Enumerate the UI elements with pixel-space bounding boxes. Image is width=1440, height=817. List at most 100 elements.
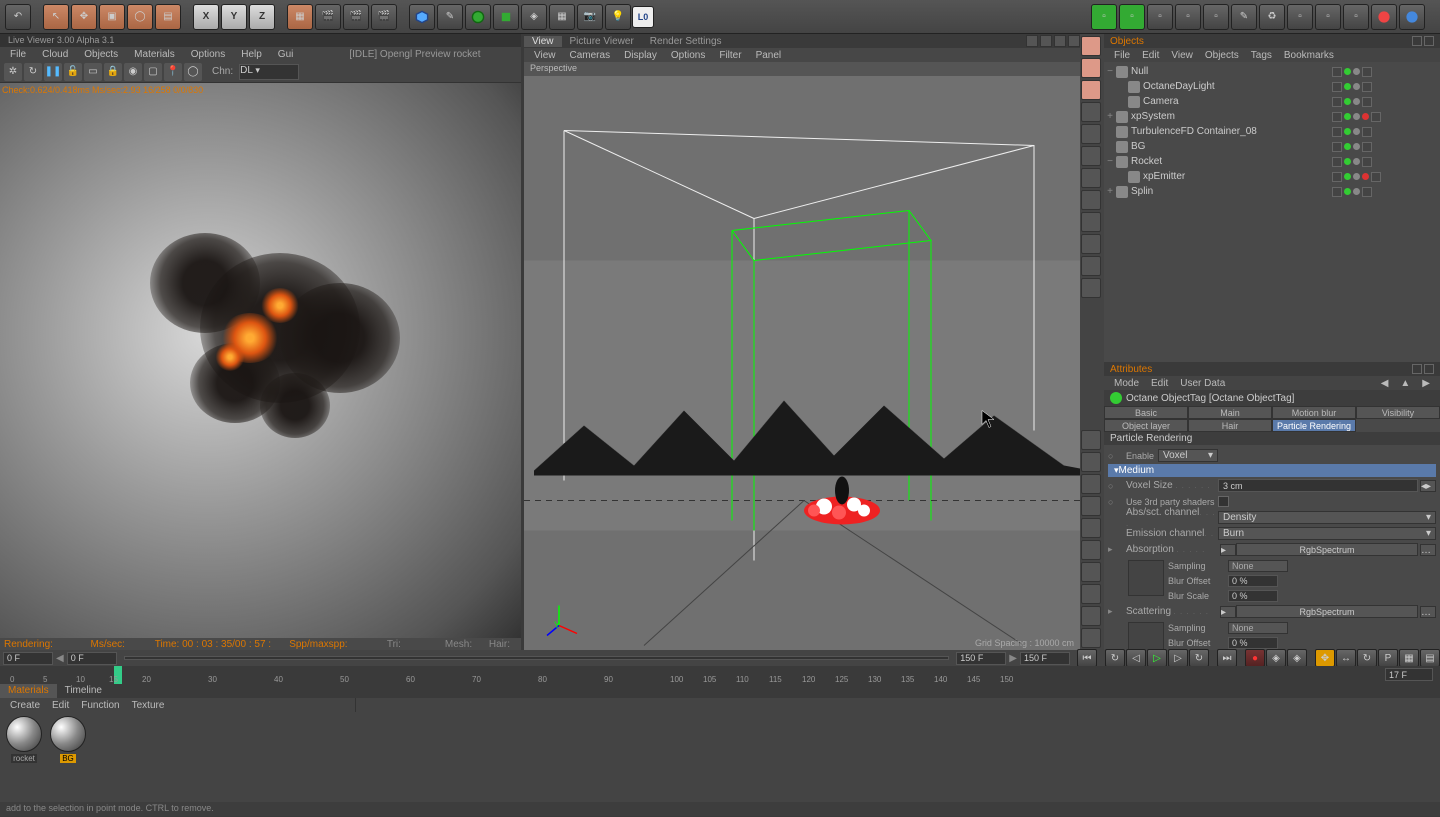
prev-key-button[interactable]: ↻ — [1105, 649, 1125, 667]
objects-tree[interactable]: −NullOctaneDayLightCamera+xpSystemTurbul… — [1104, 62, 1440, 362]
abs-blur-offset[interactable]: 0 % — [1228, 575, 1278, 587]
menu-gui[interactable]: Gui — [278, 49, 294, 60]
scattering-spectrum[interactable]: RgbSpectrum — [1236, 605, 1418, 618]
tree-tags-daylight[interactable] — [1330, 79, 1440, 94]
key-scale-button[interactable]: ↔ — [1336, 649, 1356, 667]
rtool-11[interactable] — [1081, 256, 1101, 276]
rtool-1[interactable] — [1081, 36, 1101, 56]
vp-nav-3[interactable] — [1054, 35, 1066, 47]
select-tool[interactable]: ↖ — [43, 4, 69, 30]
render-region[interactable]: 🎬 — [343, 4, 369, 30]
obj-menu-objects[interactable]: Objects — [1205, 50, 1239, 61]
attr-lock-icon[interactable] — [1412, 364, 1422, 374]
plugin-2[interactable]: ▫ — [1119, 4, 1145, 30]
obj-menu-view[interactable]: View — [1171, 50, 1193, 61]
material-rocket[interactable]: rocket — [4, 716, 44, 798]
play-button[interactable]: ▷ — [1147, 649, 1167, 667]
obj-menu-edit[interactable]: Edit — [1142, 50, 1159, 61]
tree-tags-tfd[interactable] — [1330, 124, 1440, 139]
timeline-ruler[interactable]: 17 F 05101520304050607080901001051101151… — [0, 666, 1440, 684]
materials-list[interactable]: rocketBG — [0, 712, 1440, 802]
tree-item-bg[interactable]: BG — [1104, 139, 1330, 154]
plugin-11[interactable] — [1371, 4, 1397, 30]
light-icon[interactable]: 💡 — [605, 4, 631, 30]
channel-select[interactable]: DL ▾ — [239, 64, 299, 80]
rtool-b4[interactable] — [1081, 496, 1101, 516]
vp-menu-options[interactable]: Options — [671, 50, 705, 61]
goto-start-button[interactable]: ⏮ — [1077, 649, 1097, 667]
tab-timeline[interactable]: Timeline — [57, 684, 110, 698]
attr-menu-mode[interactable]: Mode — [1114, 378, 1139, 389]
voxel-size-spinner[interactable]: ◂▸ — [1420, 480, 1436, 492]
menu-cloud[interactable]: Cloud — [42, 49, 68, 60]
cube-primitive[interactable] — [409, 4, 435, 30]
rtool-10[interactable] — [1081, 234, 1101, 254]
plugin-12[interactable] — [1399, 4, 1425, 30]
menu-objects[interactable]: Objects — [84, 49, 118, 60]
tree-tags-bg[interactable] — [1330, 139, 1440, 154]
menu-file[interactable]: File — [10, 49, 26, 60]
attr-nav-back[interactable]: ◀ — [1381, 378, 1389, 389]
plugin-10[interactable]: ▫ — [1343, 4, 1369, 30]
key-param-button[interactable]: P — [1378, 649, 1398, 667]
tree-tags-rocket[interactable] — [1330, 154, 1440, 169]
tree-tags-camera[interactable] — [1330, 94, 1440, 109]
menu-options[interactable]: Options — [191, 49, 225, 60]
material-BG[interactable]: BG — [48, 716, 88, 798]
tab-particle-rendering[interactable]: Particle Rendering — [1272, 419, 1356, 432]
scattering-ext-btn[interactable]: … — [1420, 606, 1436, 618]
tab-object-layer[interactable]: Object layer — [1104, 419, 1188, 432]
enable-select[interactable]: Voxel▾ — [1158, 449, 1218, 462]
vp-menu-cameras[interactable]: Cameras — [570, 50, 611, 61]
tab-motion-blur[interactable]: Motion blur — [1272, 406, 1356, 419]
lv-pin-icon[interactable]: 📍 — [164, 63, 182, 81]
tree-item-splin[interactable]: +Splin — [1104, 184, 1330, 199]
tree-tags-splin[interactable] — [1330, 184, 1440, 199]
lv-region-icon[interactable]: ▭ — [84, 63, 102, 81]
menu-help[interactable]: Help — [241, 49, 262, 60]
environment-icon[interactable]: ▦ — [549, 4, 575, 30]
tree-item-null[interactable]: −Null — [1104, 64, 1330, 79]
tree-item-xpsystem[interactable]: +xpSystem — [1104, 109, 1330, 124]
tab-main[interactable]: Main — [1188, 406, 1272, 419]
vp-menu-view[interactable]: View — [534, 50, 556, 61]
vp-nav-2[interactable] — [1040, 35, 1052, 47]
attr-menu-edit[interactable]: Edit — [1151, 378, 1168, 389]
timeline-start[interactable]: 0 F — [3, 652, 53, 665]
plugin-5[interactable]: ▫ — [1203, 4, 1229, 30]
key-extra-button[interactable]: ▤ — [1420, 649, 1440, 667]
rtool-b3[interactable] — [1081, 474, 1101, 494]
rtool-2[interactable] — [1081, 58, 1101, 78]
plugin-3[interactable]: ▫ — [1147, 4, 1173, 30]
tab-render-settings[interactable]: Render Settings — [642, 36, 730, 47]
lv-lock-icon[interactable]: 🔓 — [64, 63, 82, 81]
key-rot-button[interactable]: ↻ — [1357, 649, 1377, 667]
plugin-8[interactable]: ▫ — [1287, 4, 1313, 30]
rtool-b7[interactable] — [1081, 562, 1101, 582]
tab-picture-viewer[interactable]: Picture Viewer — [562, 36, 642, 47]
plugin-4[interactable]: ▫ — [1175, 4, 1201, 30]
lv-refresh-icon[interactable]: ↻ — [24, 63, 42, 81]
emission-ch-select[interactable]: Burn▾ — [1218, 527, 1436, 540]
scale-tool[interactable]: ▣ — [99, 4, 125, 30]
rtool-b6[interactable] — [1081, 540, 1101, 560]
plugin-6[interactable]: ✎ — [1231, 4, 1257, 30]
current-frame[interactable]: 17 F — [1385, 668, 1433, 681]
autokey-button[interactable]: ◈ — [1266, 649, 1286, 667]
x-axis-lock[interactable]: X — [193, 4, 219, 30]
key-pla-button[interactable]: ▦ — [1399, 649, 1419, 667]
obj-menu-bookmarks[interactable]: Bookmarks — [1284, 50, 1334, 61]
tree-item-rocket[interactable]: −Rocket — [1104, 154, 1330, 169]
nurbs-icon[interactable] — [465, 4, 491, 30]
rtool-6[interactable] — [1081, 146, 1101, 166]
deformer-icon[interactable]: ◈ — [521, 4, 547, 30]
tree-item-xpemitter[interactable]: xpEmitter — [1104, 169, 1330, 184]
mat-menu-edit[interactable]: Edit — [52, 700, 69, 711]
vp-nav-4[interactable] — [1068, 35, 1080, 47]
generator-icon[interactable] — [493, 4, 519, 30]
tab-visibility[interactable]: Visibility — [1356, 406, 1440, 419]
lv-pause-icon[interactable]: ❚❚ — [44, 63, 62, 81]
obj-menu-tags[interactable]: Tags — [1251, 50, 1272, 61]
camera-icon[interactable]: 📷 — [577, 4, 603, 30]
tree-item-daylight[interactable]: OctaneDayLight — [1104, 79, 1330, 94]
